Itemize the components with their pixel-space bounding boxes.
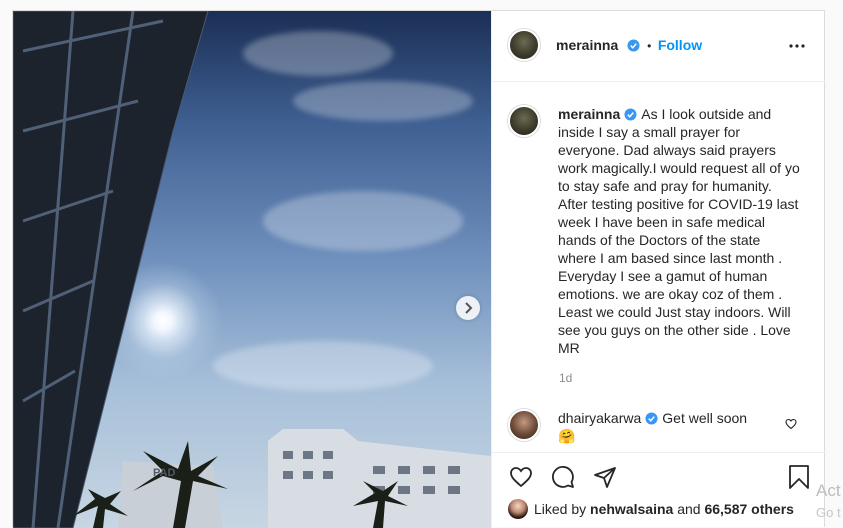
author-username[interactable]: merainna (556, 37, 618, 53)
liker-avatar[interactable] (508, 499, 528, 519)
share-icon (594, 467, 616, 488)
comment-emoji: 🤗 (558, 428, 576, 444)
post-header: merainna • Follow (492, 11, 825, 82)
caption-text: As I look outside and inside I say a sma… (558, 106, 800, 356)
post-details-panel: merainna • Follow merainna As I look out… (491, 11, 825, 528)
watermark-line-2: Go t (816, 505, 841, 520)
caption-author-avatar[interactable] (508, 105, 540, 137)
likes-summary: Liked by nehwalsaina and 66,587 others (508, 499, 794, 519)
comment-button[interactable] (550, 464, 576, 490)
header-separator: • (647, 39, 652, 53)
buildings-silhouette (13, 11, 491, 528)
activation-watermark: Act Go t (816, 480, 841, 524)
author-avatar[interactable] (508, 29, 540, 61)
like-button[interactable] (508, 464, 534, 490)
comment-text: Get well soon (662, 410, 748, 426)
save-button[interactable] (787, 464, 811, 495)
header-user-info: merainna • Follow (556, 37, 702, 55)
comment-item: dhairyakarwa Get well soon 🤗 (558, 409, 778, 445)
comment-username[interactable]: dhairyakarwa (558, 410, 641, 426)
post-card: PAD merainna • Follow merainna As I look… (12, 10, 825, 528)
post-caption: merainna As I look outside and inside I … (558, 105, 800, 357)
heart-icon (510, 467, 532, 488)
building-sign-text: PAD (153, 467, 176, 479)
likes-prefix: Liked by (534, 501, 587, 517)
likes-count[interactable]: 66,587 others (704, 501, 794, 517)
chevron-right-icon (465, 302, 473, 314)
post-timestamp[interactable]: 1d (559, 371, 572, 385)
likes-middle: and (677, 501, 701, 517)
liker-username[interactable]: nehwalsaina (590, 501, 673, 517)
follow-button[interactable]: Follow (658, 37, 702, 53)
heart-icon (785, 418, 797, 430)
comment-icon (552, 466, 574, 488)
verified-badge-icon (627, 39, 640, 52)
post-photo[interactable]: PAD (13, 11, 491, 528)
share-button[interactable] (592, 464, 618, 490)
actions-divider (492, 452, 825, 453)
action-bar (508, 464, 618, 490)
caption-username[interactable]: merainna (558, 106, 620, 122)
bookmark-icon (789, 465, 809, 489)
commenter-avatar[interactable] (508, 409, 540, 441)
next-photo-button[interactable] (456, 296, 480, 320)
comment-like-button[interactable] (785, 417, 797, 435)
watermark-line-1: Act (816, 481, 841, 500)
more-options-icon (789, 44, 805, 48)
more-options-button[interactable] (785, 37, 809, 55)
verified-badge-icon (624, 108, 637, 121)
verified-badge-icon (645, 412, 658, 425)
